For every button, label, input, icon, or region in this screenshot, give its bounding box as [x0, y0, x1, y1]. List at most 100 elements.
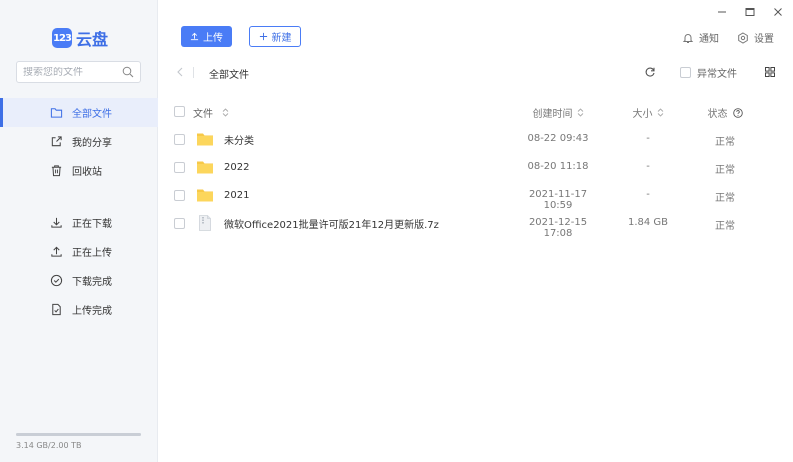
abnormal-files-filter[interactable]: 异常文件 — [680, 65, 737, 80]
header-status: 状态 — [696, 105, 754, 120]
status-cell: 正常 — [715, 221, 735, 232]
sort-icon — [577, 108, 583, 117]
file-name: 未分类 — [224, 135, 254, 147]
storage-usage: 3.14 GB/2.00 TB — [16, 433, 142, 450]
file-name: 微软Office2021批量许可版21年12月更新版.7z — [224, 219, 439, 231]
upload-button[interactable]: 上传 — [181, 26, 232, 47]
upload-icon — [190, 32, 199, 41]
table-row[interactable]: 未分类 08-22 09:43 - 正常 — [158, 126, 793, 154]
sidebar: 123 云盘 全部文件 我的分享 回收站 正在下载 正在上传 下载完 — [0, 0, 158, 462]
created-cell: 08-22 09:43 — [527, 133, 589, 144]
sidebar-item-download-complete[interactable]: 下载完成 — [0, 266, 158, 295]
help-icon[interactable] — [732, 107, 743, 118]
download-icon — [51, 217, 62, 228]
breadcrumb[interactable]: 全部文件 — [209, 66, 249, 81]
storage-text: 3.14 GB/2.00 TB — [16, 441, 82, 450]
main-panel: 上传 新建 通知 设置 全部文件 异常文件 文件 创建时间 大小 状态 未分类 … — [158, 0, 793, 462]
file-check-icon — [52, 303, 61, 316]
path-toolbar: 全部文件 异常文件 — [158, 62, 793, 84]
created-cell: 08-20 11:18 — [527, 161, 589, 172]
header-status-label: 状态 — [707, 109, 728, 120]
header-name-label: 文件 — [193, 109, 213, 120]
file-name: 2021 — [224, 189, 250, 201]
folder-icon — [50, 108, 63, 118]
upload-button-label: 上传 — [203, 33, 223, 44]
share-icon — [51, 136, 62, 147]
sidebar-item-all-files[interactable]: 全部文件 — [0, 98, 158, 127]
top-right-actions: 通知 设置 — [682, 30, 774, 45]
settings-button[interactable]: 设置 — [737, 30, 774, 45]
size-cell: 1.84 GB — [627, 217, 669, 228]
gear-icon — [738, 31, 748, 44]
settings-label: 设置 — [754, 34, 774, 45]
row-checkbox[interactable] — [174, 190, 185, 201]
sidebar-item-label: 上传完成 — [72, 306, 112, 317]
header-created-label: 创建时间 — [532, 109, 573, 120]
new-button[interactable]: 新建 — [249, 26, 301, 47]
storage-bar-fill — [16, 433, 141, 436]
storage-bar — [16, 433, 141, 436]
select-all-checkbox[interactable] — [174, 106, 185, 117]
created-cell: 2021-12-15 17:08 — [528, 217, 588, 239]
search-box — [16, 61, 141, 83]
abnormal-files-checkbox[interactable] — [680, 67, 691, 78]
abnormal-files-label: 异常文件 — [697, 69, 737, 80]
sidebar-item-label: 下载完成 — [72, 277, 112, 288]
folder-icon — [197, 161, 213, 174]
file-table: 文件 创建时间 大小 状态 未分类 08-22 09:43 - 正常 2022 … — [158, 98, 793, 239]
file-name: 2022 — [224, 161, 250, 173]
sidebar-item-label: 正在上传 — [72, 248, 112, 259]
search-input[interactable] — [23, 66, 119, 78]
header-size[interactable]: 大小 — [613, 105, 683, 120]
size-cell: - — [646, 161, 650, 172]
header-size-label: 大小 — [632, 109, 653, 120]
sidebar-item-label: 正在下载 — [72, 219, 112, 230]
table-header: 文件 创建时间 大小 状态 — [158, 98, 793, 126]
file-name-cell[interactable]: 2022 — [196, 159, 249, 175]
row-checkbox[interactable] — [174, 218, 185, 229]
sidebar-item-upload-complete[interactable]: 上传完成 — [0, 295, 158, 324]
logo-text: 云盘 — [76, 30, 109, 49]
trash-icon — [51, 165, 62, 177]
table-row[interactable]: 微软Office2021批量许可版21年12月更新版.7z 2021-12-15… — [158, 210, 793, 239]
sidebar-item-recycle-bin[interactable]: 回收站 — [0, 156, 158, 185]
sidebar-item-label: 全部文件 — [72, 109, 112, 120]
size-cell: - — [646, 133, 650, 144]
size-cell: - — [646, 189, 650, 200]
sidebar-item-my-share[interactable]: 我的分享 — [0, 127, 158, 156]
app-logo: 123 云盘 — [52, 26, 108, 50]
grid-view-icon[interactable] — [765, 67, 775, 77]
folder-icon — [197, 133, 213, 146]
sort-icon — [222, 108, 229, 117]
table-row[interactable]: 2021 2021-11-17 10:59 - 正常 — [158, 182, 793, 211]
file-name-cell[interactable]: 2021 — [196, 187, 249, 203]
file-name-cell[interactable]: 微软Office2021批量许可版21年12月更新版.7z — [196, 215, 439, 231]
search-icon[interactable] — [122, 66, 134, 78]
table-row[interactable]: 2022 08-20 11:18 - 正常 — [158, 154, 793, 182]
plus-icon — [259, 32, 267, 41]
logo-mark: 123 — [52, 28, 72, 48]
check-circle-icon — [50, 274, 63, 287]
nav-divider — [0, 185, 158, 208]
folder-icon — [197, 189, 213, 202]
notifications-button[interactable]: 通知 — [682, 30, 719, 45]
header-created[interactable]: 创建时间 — [518, 105, 598, 120]
refresh-icon[interactable] — [644, 66, 656, 78]
file-name-cell[interactable]: 未分类 — [196, 131, 254, 147]
sidebar-item-label: 我的分享 — [72, 138, 112, 149]
sidebar-nav: 全部文件 我的分享 回收站 正在下载 正在上传 下载完成 上传完成 — [0, 98, 158, 324]
new-button-label: 新建 — [271, 33, 292, 44]
status-cell: 正常 — [715, 137, 735, 148]
sort-icon — [657, 108, 663, 117]
sidebar-item-label: 回收站 — [72, 167, 102, 178]
status-cell: 正常 — [715, 193, 735, 204]
back-arrow-icon[interactable] — [175, 66, 185, 78]
sidebar-item-downloading[interactable]: 正在下载 — [0, 208, 158, 237]
sidebar-item-uploading[interactable]: 正在上传 — [0, 237, 158, 266]
row-checkbox[interactable] — [174, 134, 185, 145]
toolbar-divider — [193, 67, 194, 78]
upload-icon — [51, 246, 62, 257]
status-cell: 正常 — [715, 165, 735, 176]
row-checkbox[interactable] — [174, 162, 185, 173]
header-name[interactable]: 文件 — [193, 105, 229, 120]
